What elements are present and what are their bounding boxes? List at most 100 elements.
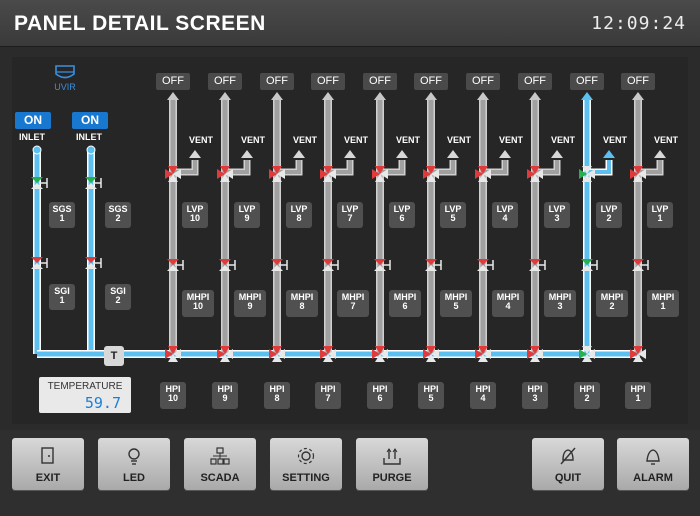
line-0-mhpi-valve-top <box>167 259 179 265</box>
line-0-mhpi-label[interactable]: MHPI 10 <box>182 290 214 317</box>
bell-off-icon <box>560 447 576 465</box>
sgi-2-valve-bottom <box>85 263 97 269</box>
line-1-lvp-label[interactable]: LVP 9 <box>234 202 260 228</box>
line-5-vent-arrow-icon <box>447 150 459 158</box>
line-3-vent-label: VENT <box>344 135 369 145</box>
alarm-button[interactable]: ALARM <box>617 438 689 490</box>
line-0-hpi-label[interactable]: HPI 10 <box>160 382 186 409</box>
line-9-mhpi-label[interactable]: MHPI 1 <box>647 290 679 317</box>
line-1-hpi-label[interactable]: HPI 9 <box>212 382 238 409</box>
quit-button[interactable]: QUIT <box>532 438 604 490</box>
line-6-mhpi-valve-top <box>477 259 489 265</box>
temperature-display: TEMPERATURE 59.7 <box>39 377 131 413</box>
line-6-lvp-label[interactable]: LVP 4 <box>492 202 518 228</box>
line-3-hpi-label[interactable]: HPI 7 <box>315 382 341 409</box>
line-4-lvp-label[interactable]: LVP 6 <box>389 202 415 228</box>
line-6-vent-arrow-icon <box>499 150 511 158</box>
line-6-off-button[interactable]: OFF <box>466 73 500 90</box>
line-3-mhpi-label[interactable]: MHPI 7 <box>337 290 369 317</box>
line-1-mhpi-label[interactable]: MHPI 9 <box>234 290 266 317</box>
alarm-label: ALARM <box>633 472 673 484</box>
sgs-2-label[interactable]: SGS 2 <box>105 202 131 228</box>
sgi-2-valve-top <box>85 257 97 263</box>
line-8-off-button[interactable]: OFF <box>570 73 604 90</box>
line-2-hpi-label[interactable]: HPI 8 <box>264 382 290 409</box>
network-icon <box>210 447 230 465</box>
sgi-1-valve-bottom <box>31 263 43 269</box>
line-7-hpi-label[interactable]: HPI 3 <box>522 382 548 409</box>
line-5-lvp-label[interactable]: LVP 5 <box>440 202 466 228</box>
temperature-value: 59.7 <box>84 394 121 412</box>
line-3-vent-arrow-icon <box>344 150 356 158</box>
line-4-mhpi-label[interactable]: MHPI 6 <box>389 290 421 317</box>
line-0-arrow-icon <box>167 92 179 100</box>
line-5-mhpi-label[interactable]: MHPI 5 <box>440 290 472 317</box>
sgi-1-label[interactable]: SGI 1 <box>49 284 75 310</box>
bell-icon <box>646 449 660 465</box>
line-1-mhpi-valve-top <box>219 259 231 265</box>
line-9-lvp-label[interactable]: LVP 1 <box>647 202 673 228</box>
line-8-lvp-label[interactable]: LVP 2 <box>596 202 622 228</box>
sgi-1-valve-top <box>31 257 43 263</box>
inlet-2-label: INLET <box>76 132 102 142</box>
line-1-off-button[interactable]: OFF <box>208 73 242 90</box>
lightbulb-icon <box>128 448 140 465</box>
line-8-mhpi-label[interactable]: MHPI 2 <box>596 290 628 317</box>
line-3-off-button[interactable]: OFF <box>311 73 345 90</box>
line-9-mhpi-valve-bottom <box>632 265 644 271</box>
line-9-off-button[interactable]: OFF <box>621 73 655 90</box>
line-7-arrow-icon <box>529 92 541 100</box>
scada-button[interactable]: SCADA <box>184 438 256 490</box>
line-2-mhpi-label[interactable]: MHPI 8 <box>286 290 318 317</box>
exit-button[interactable]: EXIT <box>12 438 84 490</box>
temperature-label: TEMPERATURE <box>47 381 123 392</box>
line-4-mhpi-valve-bottom <box>374 265 386 271</box>
inlet-2-nozzle <box>86 145 96 155</box>
line-5-mhpi-valve-bottom <box>425 265 437 271</box>
setting-button[interactable]: SETTING <box>270 438 342 490</box>
line-6-hpi-label[interactable]: HPI 4 <box>470 382 496 409</box>
line-9-arrow-icon <box>632 92 644 100</box>
inlet-1-on-button[interactable]: ON <box>15 112 51 129</box>
inlet-1-label: INLET <box>19 132 45 142</box>
line-7-lvp-label[interactable]: LVP 3 <box>544 202 570 228</box>
scada-label: SCADA <box>200 472 240 484</box>
line-8-arrow-icon <box>581 92 593 100</box>
line-3-arrow-icon <box>322 92 334 100</box>
sgi-2-label[interactable]: SGI 2 <box>105 284 131 310</box>
line-8-hpi-label[interactable]: HPI 2 <box>574 382 600 409</box>
sgs-1-label[interactable]: SGS 1 <box>49 202 75 228</box>
sgs-1-valve-bottom <box>31 183 43 189</box>
setting-label: SETTING <box>282 472 330 484</box>
line-2-off-button[interactable]: OFF <box>260 73 294 90</box>
purge-button[interactable]: PURGE <box>356 438 428 490</box>
line-7-mhpi-label[interactable]: MHPI 3 <box>544 290 576 317</box>
line-5-off-button[interactable]: OFF <box>414 73 448 90</box>
quit-label: QUIT <box>554 472 582 484</box>
line-4-vent-arrow-icon <box>396 150 408 158</box>
purge-label: PURGE <box>372 472 412 484</box>
line-5-hpi-label[interactable]: HPI 5 <box>418 382 444 409</box>
exit-label: EXIT <box>35 472 61 484</box>
line-4-mhpi-valve-top <box>374 259 386 265</box>
line-2-lvp-label[interactable]: LVP 8 <box>286 202 312 228</box>
line-0-off-button[interactable]: OFF <box>156 73 190 90</box>
line-6-mhpi-label[interactable]: MHPI 4 <box>492 290 524 317</box>
line-7-off-button[interactable]: OFF <box>518 73 552 90</box>
line-4-off-button[interactable]: OFF <box>363 73 397 90</box>
line-4-arrow-icon <box>374 92 386 100</box>
sgs-2-valve-top <box>85 177 97 183</box>
purge-icon <box>383 448 401 465</box>
line-6-mhpi-valve-bottom <box>477 265 489 271</box>
inlet-2-on-button[interactable]: ON <box>72 112 108 129</box>
line-8-vent-arrow-icon <box>603 150 615 158</box>
line-3-lvp-label[interactable]: LVP 7 <box>337 202 363 228</box>
line-4-vent-label: VENT <box>396 135 421 145</box>
line-2-mhpi-valve-bottom <box>271 265 283 271</box>
led-button[interactable]: LED <box>98 438 170 490</box>
line-2-vent-arrow-icon <box>293 150 305 158</box>
line-9-vent-arrow-icon <box>654 150 666 158</box>
line-4-hpi-label[interactable]: HPI 6 <box>367 382 393 409</box>
line-9-hpi-label[interactable]: HPI 1 <box>625 382 651 409</box>
line-0-lvp-label[interactable]: LVP 10 <box>182 202 208 228</box>
